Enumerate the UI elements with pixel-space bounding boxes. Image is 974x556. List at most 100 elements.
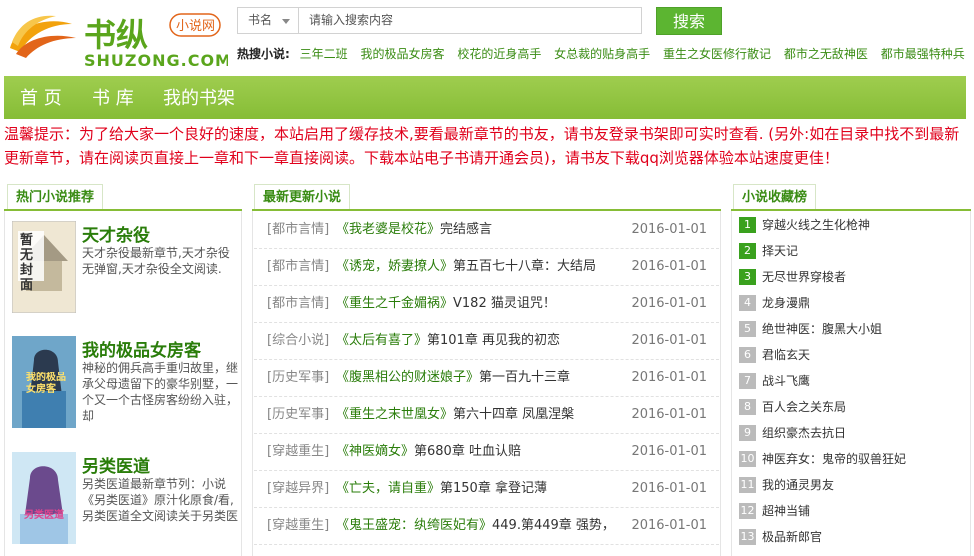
list-item[interactable]: [历史军事] 《腹黑相公的财迷娘子》第一百九十三章 2016-01-01 — [254, 360, 719, 397]
site-logo[interactable]: 书纵 小说网 SHUZONG.COM — [6, 8, 231, 70]
nav-item-bookshelf[interactable]: 我的书架 — [163, 76, 235, 121]
item-book-title[interactable]: 《重生之千金媚祸》 — [336, 296, 453, 311]
item-category[interactable]: [都市言情] — [267, 212, 329, 248]
book-cover-image[interactable] — [12, 452, 76, 544]
item-book-title[interactable]: 《鬼王盛宠：纨绔医妃有》 — [336, 518, 492, 533]
item-chapter[interactable]: 第六十四章 凤凰涅槃 — [453, 407, 574, 422]
item-chapter[interactable]: 449.第449章 强势， — [492, 518, 615, 533]
item-chapter[interactable]: 第150章 拿登记薄 — [440, 481, 547, 496]
list-item[interactable]: [都市言情] 《诱宠，娇妻撩人》第五百七十八章：大结局 2016-01-01 — [254, 249, 719, 286]
book-desc: 神秘的佣兵高手重归故里，继承父母遗留下的豪华别墅，一个又一个古怪房客纷纷入驻，却 — [82, 361, 239, 423]
rank-book-name[interactable]: 战斗飞鹰 — [762, 368, 810, 394]
item-chapter[interactable]: 完结感言 — [440, 222, 492, 237]
item-date: 2016-01-01 — [631, 259, 707, 274]
rank-book-name[interactable]: 穿越火线之生化枪神 — [762, 212, 870, 238]
item-chapter[interactable]: 第一百九十三章 — [479, 370, 570, 385]
rank-item[interactable]: 9 组织豪杰去抗日 — [735, 420, 968, 446]
book-card[interactable]: 我的极品女房客 我的极品女房客 神秘的佣兵高手重归故里，继承父母遗留下的豪华别墅… — [12, 336, 240, 436]
hot-search-link[interactable]: 重生之女医修行散记 — [663, 47, 771, 61]
rank-item[interactable]: 1 穿越火线之生化枪神 — [735, 212, 968, 238]
rank-number: 5 — [739, 321, 756, 337]
rank-item[interactable]: 8 百人会之关东局 — [735, 394, 968, 420]
item-chapter[interactable]: 第五百七十八章：大结局 — [453, 259, 596, 274]
hot-search-link[interactable]: 都市最强特种兵 — [881, 47, 965, 61]
main-nav: 首 页 书 库 我的书架 — [4, 76, 966, 119]
rank-book-name[interactable]: 神医弃女：鬼帝的驭兽狂妃 — [762, 446, 906, 472]
item-category[interactable]: [历史军事] — [267, 397, 329, 433]
rank-item[interactable]: 5 绝世神医：腹黑大小姐 — [735, 316, 968, 342]
search-type-select[interactable]: 书名 — [237, 7, 299, 34]
hot-search-link[interactable]: 我的极品女房客 — [360, 47, 444, 61]
logo-main-text: 书纵 — [84, 16, 148, 54]
rank-book-name[interactable]: 择天记 — [762, 238, 798, 264]
rank-book-name[interactable]: 无尽世界穿梭者 — [762, 264, 846, 290]
item-book-title[interactable]: 《神医嫡女》 — [336, 444, 414, 459]
book-card[interactable]: 另类医道 另类医道 另类医道最新章节列：小说《另类医道》原汁化原食/看,另类医道… — [12, 452, 240, 552]
book-title[interactable]: 另类医道 — [82, 452, 150, 477]
rank-book-name[interactable]: 极品新郎官 — [762, 524, 822, 550]
item-category[interactable]: [都市言情] — [267, 286, 329, 322]
item-category[interactable]: [都市言情] — [267, 249, 329, 285]
list-item[interactable]: [都市言情] 《我老婆是校花》完结感言 2016-01-01 — [254, 212, 719, 249]
item-category[interactable]: [综合小说] — [267, 323, 329, 359]
mid-panel-divider — [252, 209, 721, 211]
item-chapter[interactable]: 第101章 再见我的初恋 — [427, 333, 560, 348]
item-category[interactable]: [穿越重生] — [267, 434, 329, 470]
rank-book-name[interactable]: 龙身漫鼎 — [762, 290, 810, 316]
item-category[interactable]: [穿越异界] — [267, 471, 329, 507]
rank-book-name[interactable]: 百人会之关东局 — [762, 394, 846, 420]
hot-search-link[interactable]: 三年二班 — [300, 47, 348, 61]
list-item[interactable]: [历史军事] 《重生之末世凰女》第六十四章 凤凰涅槃 2016-01-01 — [254, 397, 719, 434]
list-item[interactable]: [穿越重生] 《鬼王盛宠：纨绔医妃有》449.第449章 强势， 2016-01… — [254, 508, 719, 545]
rank-number: 7 — [739, 373, 756, 389]
item-chapter[interactable]: V182 猫灵诅咒！ — [453, 296, 556, 311]
left-panel-title: 热门小说推荐 — [7, 184, 104, 210]
list-item[interactable]: [综合小说] 《太后有喜了》第101章 再见我的初恋 2016-01-01 — [254, 323, 719, 360]
notice-text: 温馨提示：为了给大家一个良好的速度，本站启用了缓存技术,要看最新章节的书友，请书… — [4, 125, 960, 167]
search-input[interactable]: 请输入搜索内容 — [298, 7, 642, 34]
item-date: 2016-01-01 — [631, 444, 707, 459]
rank-item[interactable]: 12 超神当铺 — [735, 498, 968, 524]
list-item[interactable]: [穿越异界] 《亡夫，请自重》第150章 拿登记薄 2016-01-01 — [254, 471, 719, 508]
item-book-title[interactable]: 《亡夫，请自重》 — [336, 481, 440, 496]
book-card[interactable]: 暂无封面 天才杂役 天才杂役最新章节,天才杂役无弹窗,天才杂役全文阅读. — [12, 221, 240, 321]
hot-search-link[interactable]: 女总裁的贴身高手 — [554, 47, 650, 61]
item-chapter[interactable]: 第680章 吐血认赔 — [414, 444, 521, 459]
rank-item[interactable]: 4 龙身漫鼎 — [735, 290, 968, 316]
list-item[interactable]: [穿越重生] 《神医嫡女》第680章 吐血认赔 2016-01-01 — [254, 434, 719, 471]
rank-book-name[interactable]: 君临玄天 — [762, 342, 810, 368]
nav-item-home[interactable]: 首 页 — [20, 76, 62, 121]
item-category[interactable]: [穿越重生] — [267, 508, 329, 544]
list-item[interactable]: [都市言情] 《重生之千金媚祸》V182 猫灵诅咒！ 2016-01-01 — [254, 286, 719, 323]
book-desc: 另类医道最新章节列：小说《另类医道》原汁化原食/看,另类医道全文阅读关于另类医 — [82, 477, 239, 523]
rank-item[interactable]: 13 极品新郎官 — [735, 524, 968, 550]
item-book-title[interactable]: 《重生之末世凰女》 — [336, 407, 453, 422]
item-book-title[interactable]: 《我老婆是校花》 — [336, 222, 440, 237]
rank-book-name[interactable]: 超神当铺 — [762, 498, 810, 524]
item-book-title[interactable]: 《腹黑相公的财迷娘子》 — [336, 370, 479, 385]
right-panel-title: 小说收藏榜 — [733, 184, 817, 210]
hot-search-link[interactable]: 都市之无敌神医 — [784, 47, 868, 61]
nav-item-library[interactable]: 书 库 — [92, 76, 134, 121]
search-button[interactable]: 搜索 — [656, 7, 722, 35]
rank-item[interactable]: 3 无尽世界穿梭者 — [735, 264, 968, 290]
rank-item[interactable]: 11 我的通灵男友 — [735, 472, 968, 498]
book-title[interactable]: 天才杂役 — [82, 221, 150, 246]
rank-item[interactable]: 6 君临玄天 — [735, 342, 968, 368]
rank-book-name[interactable]: 我的通灵男友 — [762, 472, 834, 498]
rank-book-name[interactable]: 组织豪杰去抗日 — [762, 420, 846, 446]
logo-leaf-icon: 书纵 小说网 SHUZONG.COM — [10, 13, 231, 70]
rank-number: 2 — [739, 243, 756, 259]
item-book-title[interactable]: 《诱宠，娇妻撩人》 — [336, 259, 453, 274]
rank-item[interactable]: 10 神医弃女：鬼帝的驭兽狂妃 — [735, 446, 968, 472]
cover-text: 我的极品女房客 — [26, 372, 66, 395]
right-panel-divider — [731, 209, 971, 211]
rank-item[interactable]: 2 择天记 — [735, 238, 968, 264]
hot-search-link[interactable]: 校花的近身高手 — [457, 47, 541, 61]
item-category[interactable]: [历史军事] — [267, 360, 329, 396]
rank-number: 3 — [739, 269, 756, 285]
rank-item[interactable]: 7 战斗飞鹰 — [735, 368, 968, 394]
book-title[interactable]: 我的极品女房客 — [82, 336, 201, 361]
rank-book-name[interactable]: 绝世神医：腹黑大小姐 — [762, 316, 882, 342]
item-book-title[interactable]: 《太后有喜了》 — [336, 333, 427, 348]
